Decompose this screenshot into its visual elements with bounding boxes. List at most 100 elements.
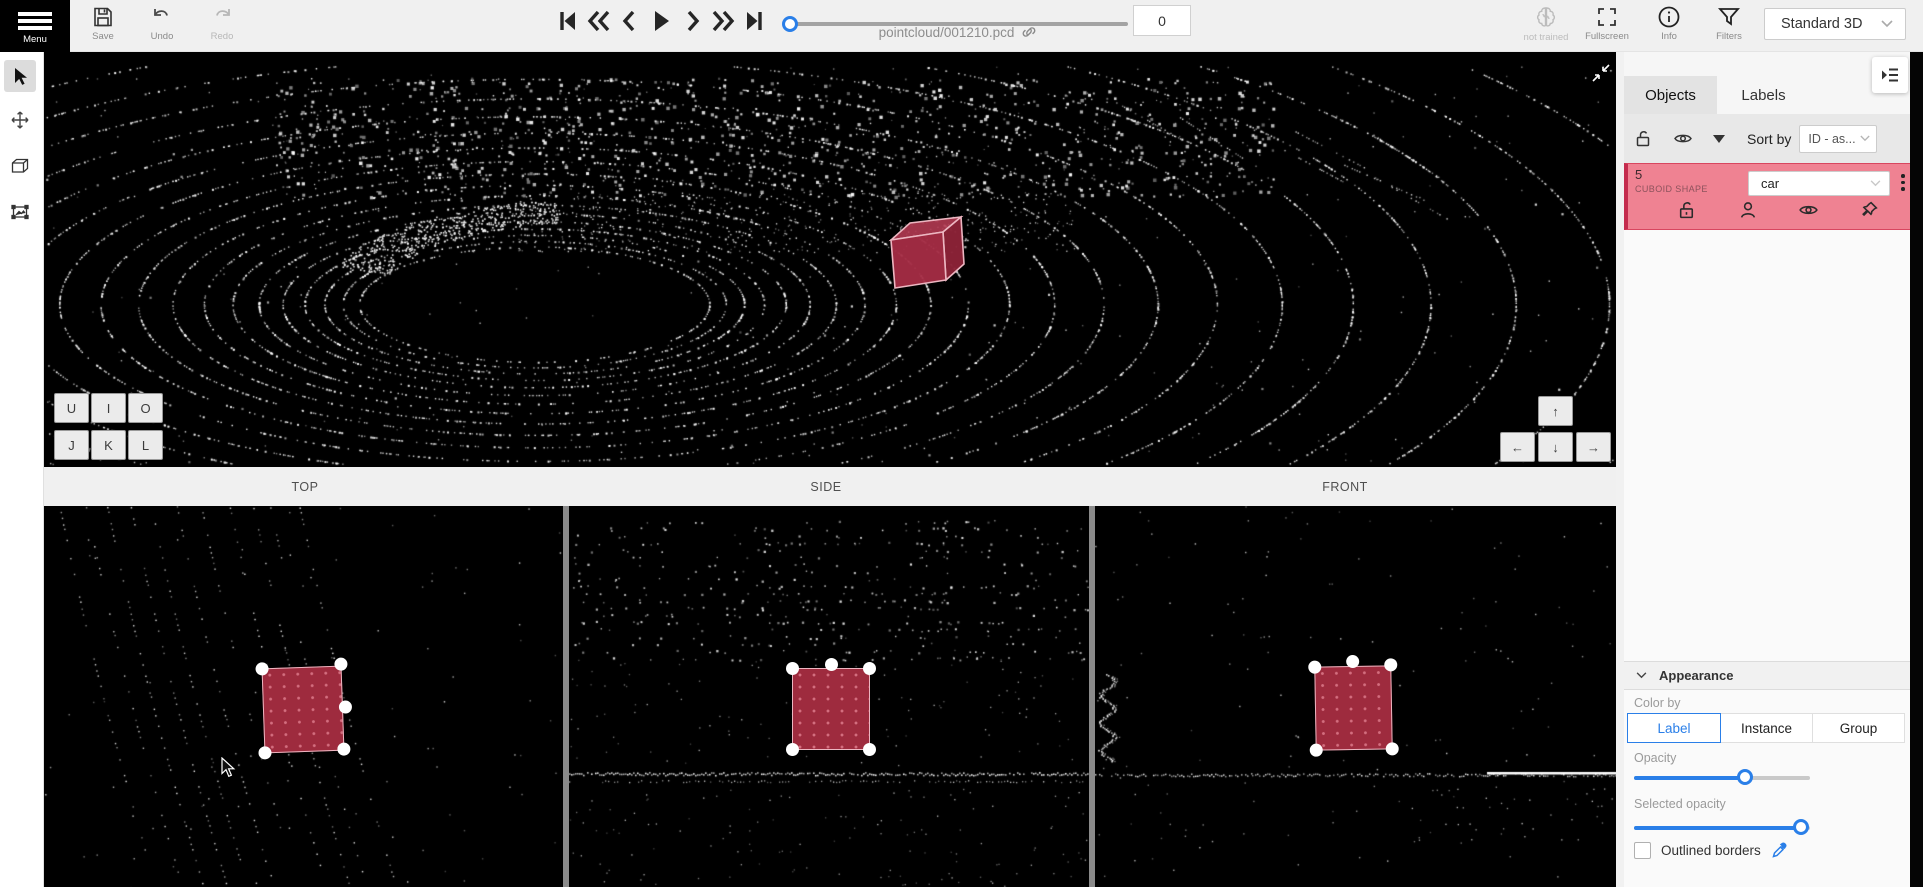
resize-handle[interactable] [825,658,838,671]
selected-opacity-label: Selected opacity [1634,797,1726,811]
objects-toolbar: Sort by ID - as... [1624,114,1910,163]
save-label: Save [92,31,114,42]
previous-frame-button[interactable] [615,6,645,36]
sort-value: ID - as... [1808,132,1855,146]
selected-opacity-slider-handle[interactable] [1793,819,1809,835]
undo-button[interactable]: Undo [139,0,185,42]
top-view[interactable] [44,506,563,887]
timeline-slider-handle[interactable] [782,16,798,32]
frame-input[interactable]: 0 [1133,5,1191,36]
link-icon[interactable] [1021,24,1037,40]
fast-forward-button[interactable] [708,6,738,36]
right-edge-strip [1910,52,1923,887]
resize-handle[interactable] [786,662,799,675]
hamburger-icon [18,12,52,30]
object-lock-icon[interactable] [1677,200,1697,220]
opacity-slider-handle[interactable] [1737,769,1753,785]
chevron-down-icon [1860,135,1870,142]
cuboid-annotation-front[interactable] [1314,665,1392,750]
collapse-view-icon[interactable] [1590,62,1612,84]
fullscreen-button[interactable]: Fullscreen [1579,0,1635,42]
opacity-slider-fill [1634,776,1745,780]
object-pin-icon[interactable] [1859,200,1879,220]
cuboid-annotation-side[interactable] [792,668,870,750]
filename-label: pointcloud/001210.pcd [879,25,1015,40]
rewind-button[interactable] [584,6,614,36]
ortho-views [44,506,1616,887]
resize-handle[interactable] [863,662,876,675]
color-by-instance-button[interactable]: Instance [1720,713,1813,743]
image-tool-button[interactable] [4,196,36,228]
redo-button[interactable]: Redo [199,0,245,42]
hotkey-k[interactable]: K [91,430,126,460]
hotkey-l[interactable]: L [128,430,163,460]
cuboid-annotation-3d[interactable] [877,208,979,296]
redo-icon [210,5,234,29]
outlined-borders-checkbox[interactable] [1634,842,1651,859]
chevron-down-icon [1881,20,1893,28]
hotkey-u-label: U [67,401,76,416]
main-3d-view[interactable]: U I O J K L ↑ ← ↓ → [44,52,1616,467]
menu-button[interactable]: Menu [0,0,70,52]
opacity-label: Opacity [1634,751,1676,765]
cuboid-annotation-top[interactable] [262,666,345,754]
info-label: Info [1661,31,1677,42]
filters-button[interactable]: Filters [1706,0,1752,42]
tab-objects[interactable]: Objects [1624,76,1717,114]
arrow-down-button[interactable]: ↓ [1538,432,1573,462]
lock-all-icon[interactable] [1634,129,1653,148]
side-view[interactable] [569,506,1089,887]
expand-all-icon[interactable] [1713,135,1725,143]
annotation-app: Menu Save Undo Redo [0,0,1923,887]
frame-value: 0 [1158,13,1166,29]
object-menu-button[interactable] [1896,171,1910,197]
arrow-left-button[interactable]: ← [1500,432,1535,462]
resize-handle[interactable] [786,743,799,756]
hotkey-o[interactable]: O [128,393,163,423]
top-toolbar: Menu Save Undo Redo [0,0,1923,52]
color-by-label-button[interactable]: Label [1627,713,1721,743]
hotkey-l-label: L [142,438,149,453]
front-view[interactable] [1095,506,1616,887]
mouse-cursor [220,757,236,779]
hotkey-u[interactable]: U [54,393,89,423]
color-by-segmented: Label Instance Group [1627,713,1907,743]
filters-label: Filters [1716,31,1742,42]
opacity-slider[interactable] [1634,776,1810,780]
selected-opacity-slider[interactable] [1634,826,1810,830]
play-button[interactable] [646,6,676,36]
hotkey-i[interactable]: I [91,393,126,423]
sort-select[interactable]: ID - as... [1799,125,1877,153]
save-button[interactable]: Save [80,0,126,42]
info-button[interactable]: Info [1646,0,1692,42]
hotkey-j[interactable]: J [54,430,89,460]
cuboid-tool-button[interactable] [4,150,36,182]
tab-labels[interactable]: Labels [1717,76,1810,114]
object-visibility-icon[interactable] [1798,200,1819,220]
menu-label: Menu [23,34,47,45]
skip-to-end-button[interactable] [739,6,769,36]
next-frame-button[interactable] [677,6,707,36]
save-icon [91,5,115,29]
appearance-header[interactable]: Appearance [1624,661,1910,690]
eyedropper-icon[interactable] [1771,842,1788,859]
object-row[interactable]: 5 CUBOID SHAPE car [1624,163,1910,230]
arrow-up-button[interactable]: ↑ [1538,396,1573,426]
move-tool-button[interactable] [4,104,36,136]
resize-handle[interactable] [255,662,268,675]
view-mode-select[interactable]: Standard 3D [1764,8,1906,40]
object-category-select[interactable]: car [1748,171,1890,196]
object-track-icon[interactable] [1738,200,1758,220]
resize-handle[interactable] [1308,661,1321,674]
panel-tabs: Objects Labels [1624,76,1910,114]
arrow-right-button[interactable]: → [1576,432,1611,462]
outlined-borders-label: Outlined borders [1661,843,1761,858]
resize-handle[interactable] [863,743,876,756]
resize-handle[interactable] [1346,655,1359,668]
appearance-title: Appearance [1659,668,1733,683]
main-3d-view-canvas[interactable] [44,52,1616,467]
visibility-all-icon[interactable] [1673,129,1693,148]
skip-to-start-button[interactable] [553,6,583,36]
color-by-group-button[interactable]: Group [1812,713,1905,743]
select-tool-button[interactable] [4,60,36,92]
